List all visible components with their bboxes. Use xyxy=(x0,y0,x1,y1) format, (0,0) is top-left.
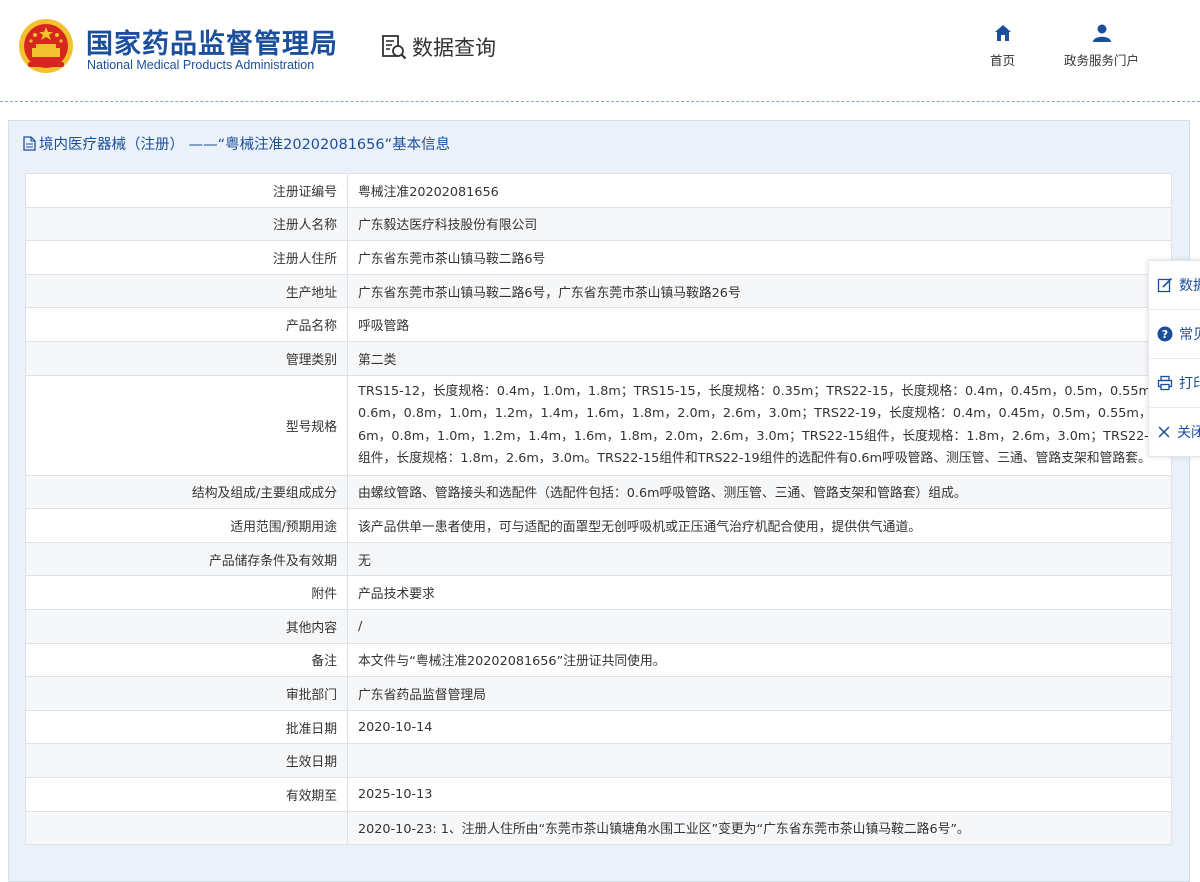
svg-text:?: ? xyxy=(1162,328,1168,341)
float-item-data[interactable]: 数据 xyxy=(1149,261,1200,310)
row-value: / xyxy=(347,608,1172,644)
nav-home[interactable]: 首页 xyxy=(990,24,1015,69)
row-value: 广东省东莞市茶山镇马鞍二路6号 xyxy=(347,240,1172,275)
row-label: 结构及组成/主要组成成分 xyxy=(25,474,348,510)
table-row: 产品名称 呼吸管路 xyxy=(25,307,1172,342)
table-row: 生产地址 广东省东莞市茶山镇马鞍二路6号，广东省东莞市茶山镇马鞍路26号 xyxy=(25,273,1172,309)
table-row: 适用范围/预期用途 该产品供单一患者使用，可与适配的面罩型无创呼吸机或正压通气治疗… xyxy=(25,508,1172,543)
table-row: 有效期至 2025-10-13 xyxy=(25,776,1172,812)
help-icon: ? xyxy=(1157,326,1173,342)
row-label: 管理类别 xyxy=(25,340,348,376)
row-value: 该产品供单一患者使用，可与适配的面罩型无创呼吸机或正压通气治疗机配合使用，提供供… xyxy=(347,508,1172,543)
table-row: 注册证编号 粤械注准20202081656 xyxy=(25,173,1172,208)
table-row: 2020-10-23: 1、注册人住所由“东莞市茶山镇塘角水围工业区”变更为“广… xyxy=(25,810,1172,846)
float-item-label: 数据 xyxy=(1179,278,1200,294)
detail-table: 注册证编号 粤械注准20202081656 注册人名称 广东毅达医疗科技股份有限公司… xyxy=(25,173,1172,846)
panel-title: 境内医疗器械（注册） ——“粤械注准20202081656”基本信息 xyxy=(23,133,450,154)
row-label: 批准日期 xyxy=(25,709,348,745)
national-emblem-icon xyxy=(19,19,73,73)
row-value: 无 xyxy=(347,541,1172,577)
table-row: 生效日期 xyxy=(25,743,1172,778)
document-icon xyxy=(23,136,36,151)
row-label: 注册证编号 xyxy=(25,173,348,208)
site-header: 国家药品监督管理局 National Medical Products Admi… xyxy=(0,0,1200,100)
table-row: 管理类别 第二类 xyxy=(25,340,1172,376)
table-row: 型号规格 TRS15-12，长度规格：0.4m，1.0m，1.8m；TRS15-1… xyxy=(25,374,1172,476)
row-label xyxy=(25,810,348,846)
row-label: 有效期至 xyxy=(25,776,348,812)
row-value: 2020-10-14 xyxy=(347,709,1172,745)
nav-gov-service-portal[interactable]: 政务服务门户 xyxy=(1064,24,1139,69)
table-row: 批准日期 2020-10-14 xyxy=(25,709,1172,745)
row-value: 产品技术要求 xyxy=(347,575,1172,610)
table-row: 注册人名称 广东毅达医疗科技股份有限公司 xyxy=(25,206,1172,242)
row-label: 注册人名称 xyxy=(25,206,348,242)
site-title-en: National Medical Products Administration xyxy=(87,58,315,72)
row-value xyxy=(347,743,1172,778)
row-label: 审批部门 xyxy=(25,676,348,711)
float-item-close[interactable]: 关闭 xyxy=(1149,408,1200,456)
user-icon xyxy=(1092,24,1111,42)
row-label: 型号规格 xyxy=(25,374,348,476)
data-query: 数据查询 xyxy=(380,32,496,62)
row-value: 广东省东莞市茶山镇马鞍二路6号，广东省东莞市茶山镇马鞍路26号 xyxy=(347,273,1172,309)
row-label: 生效日期 xyxy=(25,743,348,778)
row-label: 适用范围/预期用途 xyxy=(25,508,348,543)
nav-home-label: 首页 xyxy=(990,53,1016,68)
table-row: 审批部门 广东省药品监督管理局 xyxy=(25,676,1172,711)
nav-portal-label: 政务服务门户 xyxy=(1064,53,1140,68)
table-row: 其他内容 / xyxy=(25,608,1172,644)
data-query-icon xyxy=(382,35,407,60)
print-icon xyxy=(1157,375,1173,391)
float-item-label: 常见 xyxy=(1179,327,1200,343)
row-value: 广东毅达医疗科技股份有限公司 xyxy=(347,206,1172,242)
table-row: 产品储存条件及有效期无 xyxy=(25,541,1172,577)
row-label: 备注 xyxy=(25,642,348,678)
row-label: 产品储存条件及有效期 xyxy=(25,541,348,577)
table-row: 注册人住所 广东省东莞市茶山镇马鞍二路6号 xyxy=(25,240,1172,275)
header-divider xyxy=(0,101,1200,102)
table-row: 附件 产品技术要求 xyxy=(25,575,1172,610)
floating-side-menu: 数据 ? 常见 打印 关闭 xyxy=(1148,260,1200,457)
float-item-print[interactable]: 打印 xyxy=(1149,359,1200,408)
float-item-label: 打印 xyxy=(1179,376,1200,392)
site-title: 国家药品监督管理局 xyxy=(86,29,338,60)
edit-icon xyxy=(1157,277,1173,293)
table-row: 备注 本文件与“粤械注准20202081656”注册证共同使用。 xyxy=(25,642,1172,678)
row-value: 本文件与“粤械注准20202081656”注册证共同使用。 xyxy=(347,642,1172,678)
row-value: TRS15-12，长度规格：0.4m，1.0m，1.8m；TRS15-15，长度… xyxy=(347,374,1172,476)
panel-title-text: 境内医疗器械（注册） ——“粤械注准20202081656”基本信息 xyxy=(39,137,451,153)
row-label: 附件 xyxy=(25,575,348,610)
row-label: 其他内容 xyxy=(25,608,348,644)
data-query-label: 数据查询 xyxy=(412,36,496,60)
row-label: 生产地址 xyxy=(25,273,348,309)
row-label: 注册人住所 xyxy=(25,240,348,275)
float-item-label: 关闭 xyxy=(1177,425,1200,441)
row-value: 2025-10-13 xyxy=(347,776,1172,812)
row-value: 由螺纹管路、管路接头和选配件（选配件包括：0.6m呼吸管路、测压管、三通、管路支… xyxy=(347,474,1172,510)
row-value: 广东省药品监督管理局 xyxy=(347,676,1172,711)
home-icon xyxy=(994,25,1011,41)
table-row: 结构及组成/主要组成成分 由螺纹管路、管路接头和选配件（选配件包括：0.6m呼吸管… xyxy=(25,474,1172,510)
row-value: 呼吸管路 xyxy=(347,307,1172,342)
float-item-faq[interactable]: ? 常见 xyxy=(1149,310,1200,359)
row-label: 产品名称 xyxy=(25,307,348,342)
row-value: 2020-10-23: 1、注册人住所由“东莞市茶山镇塘角水围工业区”变更为“广… xyxy=(347,810,1172,846)
close-icon xyxy=(1158,426,1170,438)
row-value: 粤械注准20202081656 xyxy=(347,173,1172,208)
row-value: 第二类 xyxy=(347,340,1172,376)
detail-panel: 境内医疗器械（注册） ——“粤械注准20202081656”基本信息 注册证编号… xyxy=(8,120,1190,882)
